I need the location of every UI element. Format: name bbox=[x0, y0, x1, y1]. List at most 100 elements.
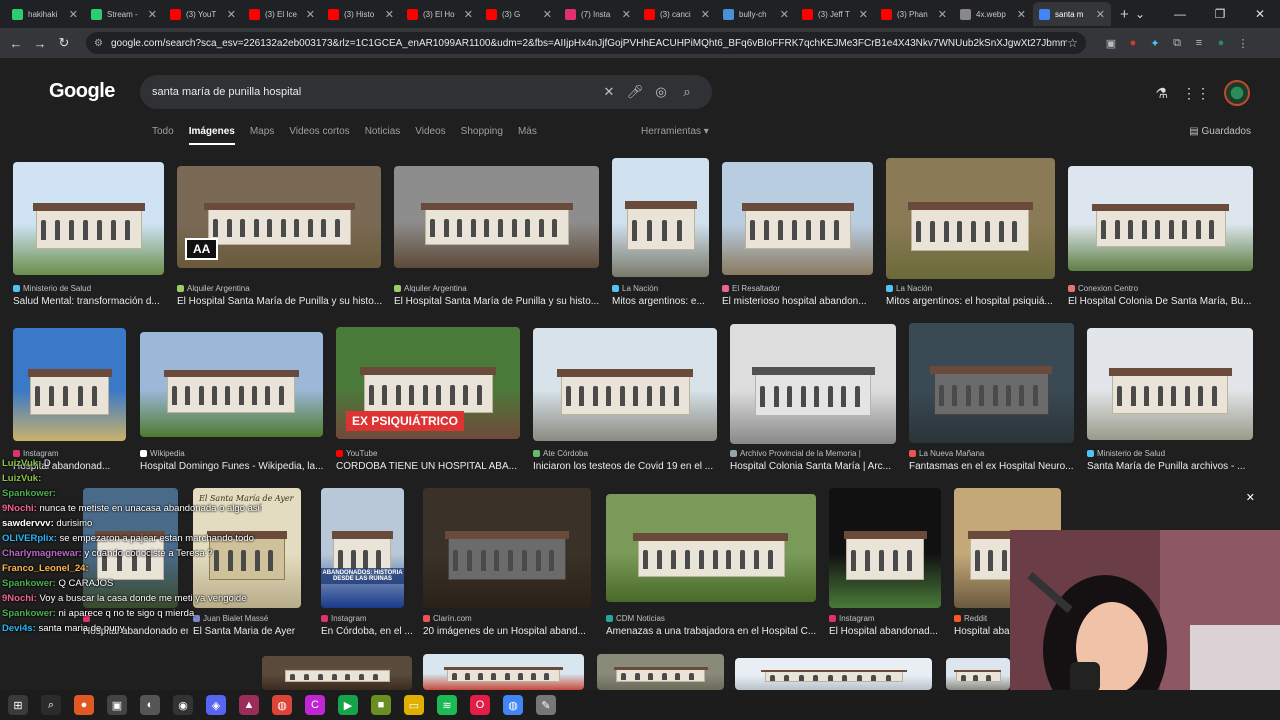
opera-icon[interactable]: O bbox=[470, 695, 490, 715]
chrome-icon[interactable]: ◍ bbox=[272, 695, 292, 715]
tab-search-icon[interactable]: ⌄ bbox=[1120, 0, 1160, 28]
result-title-link[interactable]: El misterioso hospital abandon... bbox=[722, 296, 883, 307]
image-result-thumbnail[interactable]: AA bbox=[177, 166, 381, 268]
extension-icon-3[interactable]: ✦ bbox=[1144, 37, 1166, 50]
saved-label[interactable]: Guardados bbox=[1202, 126, 1251, 137]
browser-tab[interactable]: hakihaki ✕ bbox=[6, 2, 84, 26]
search-icon[interactable]: ⌕ bbox=[674, 84, 700, 100]
close-tab-icon[interactable]: ✕ bbox=[701, 8, 710, 21]
tab-filter[interactable]: Shopping bbox=[461, 126, 503, 145]
result-source[interactable]: La Nación bbox=[886, 284, 1065, 293]
start-icon[interactable]: ⊞ bbox=[8, 695, 28, 715]
result-source[interactable]: Instagram bbox=[321, 614, 414, 623]
result-source[interactable]: El Resaltador bbox=[722, 284, 883, 293]
image-result-thumbnail[interactable] bbox=[394, 166, 599, 268]
app-icon-2[interactable]: ▣ bbox=[107, 695, 127, 715]
result-source[interactable]: Alquiler Argentina bbox=[394, 284, 609, 293]
tab-filter[interactable]: Videos bbox=[415, 126, 445, 145]
image-result-thumbnail[interactable] bbox=[829, 488, 941, 608]
result-title-link[interactable]: Fantasmas en el ex Hospital Neuro... bbox=[909, 461, 1084, 472]
result-source[interactable]: Alquiler Argentina bbox=[177, 284, 391, 293]
result-source[interactable]: Clarín.com bbox=[423, 614, 601, 623]
browser-tab[interactable]: (3) canci ✕ bbox=[638, 2, 716, 26]
tab-filter[interactable]: Noticias bbox=[365, 126, 401, 145]
extension-icon-1[interactable]: ▣ bbox=[1100, 37, 1122, 50]
profile-icon[interactable]: ● bbox=[1210, 37, 1232, 49]
media-icon[interactable]: ≡ bbox=[1188, 37, 1210, 49]
result-source[interactable]: Archivo Provincial de la Memoria | bbox=[730, 449, 906, 458]
close-tab-icon[interactable]: ✕ bbox=[622, 8, 631, 21]
obs-icon[interactable]: ◉ bbox=[173, 695, 193, 715]
tab-filter[interactable]: Videos cortos bbox=[289, 126, 349, 145]
image-result-thumbnail[interactable] bbox=[946, 658, 1010, 690]
browser-tab[interactable]: (3) G ✕ bbox=[480, 2, 558, 26]
image-result-thumbnail[interactable] bbox=[606, 494, 816, 602]
result-source[interactable]: Conexion Centro bbox=[1068, 284, 1263, 293]
browser-tab[interactable]: (3) Histo ✕ bbox=[322, 2, 400, 26]
tools-label[interactable]: Herramientas bbox=[641, 126, 701, 137]
result-source[interactable]: Ministerio de Salud bbox=[13, 284, 174, 293]
google-logo[interactable]: Google bbox=[49, 80, 115, 103]
app-icon-7[interactable]: ✎ bbox=[536, 695, 556, 715]
result-source[interactable]: YouTube bbox=[336, 449, 530, 458]
back-button[interactable]: ← bbox=[4, 36, 28, 51]
image-result-thumbnail[interactable]: EX PSIQUIÁTRICO bbox=[336, 327, 520, 439]
result-title-link[interactable]: 20 imágenes de un Hospital aband... bbox=[423, 626, 601, 637]
extension-icon-2[interactable]: ● bbox=[1122, 37, 1144, 49]
search-icon[interactable]: ⌕ bbox=[41, 695, 61, 715]
image-result-thumbnail[interactable] bbox=[262, 656, 412, 690]
close-tab-icon[interactable]: ✕ bbox=[148, 8, 157, 21]
image-result-thumbnail[interactable] bbox=[533, 328, 717, 441]
image-result-thumbnail[interactable] bbox=[730, 324, 896, 444]
browser-tab[interactable]: (3) YouT ✕ bbox=[164, 2, 242, 26]
image-result-thumbnail[interactable]: ABANDONADOS: HISTORIA DESDE LAS RUINAS bbox=[321, 488, 404, 608]
omnibox[interactable]: ⚙ google.com/search?sca_esv=226132a2eb00… bbox=[86, 32, 1086, 54]
close-tab-icon[interactable]: ✕ bbox=[227, 8, 236, 21]
lens-search-icon[interactable]: ◎ bbox=[648, 84, 674, 100]
image-result-thumbnail[interactable] bbox=[1068, 166, 1253, 271]
image-result-thumbnail[interactable] bbox=[13, 162, 164, 275]
browser-tab[interactable]: santa m ✕ bbox=[1033, 2, 1111, 26]
result-title-link[interactable]: El Hospital abandonad... bbox=[829, 626, 951, 637]
image-result-thumbnail[interactable] bbox=[722, 162, 873, 275]
forward-button[interactable]: → bbox=[28, 36, 52, 51]
app-icon-6[interactable]: ▶ bbox=[338, 695, 358, 715]
minimize-button[interactable]: — bbox=[1160, 0, 1200, 28]
menu-icon[interactable]: ⋮ bbox=[1232, 37, 1254, 50]
app-icon-4[interactable]: ▲ bbox=[239, 695, 259, 715]
maximize-button[interactable]: ❐ bbox=[1200, 0, 1240, 28]
image-result-thumbnail[interactable] bbox=[140, 332, 323, 437]
result-title-link[interactable]: El Hospital Colonia De Santa María, Bu..… bbox=[1068, 296, 1263, 307]
close-tab-icon[interactable]: ✕ bbox=[306, 8, 315, 21]
image-result-thumbnail[interactable] bbox=[597, 654, 724, 690]
tab-filter[interactable]: Imágenes bbox=[188, 126, 235, 145]
tab-filter[interactable]: Todo bbox=[152, 126, 174, 145]
result-title-link[interactable]: Mitos argentinos: el hospital psiquiá... bbox=[886, 296, 1065, 307]
tools-dropdown[interactable]: Herramientas ▾ bbox=[641, 126, 709, 137]
search-input[interactable]: santa maría de punilla hospital bbox=[152, 86, 596, 98]
browser-tab[interactable]: (3) Jeff T ✕ bbox=[796, 2, 874, 26]
minecraft-icon[interactable]: ■ bbox=[371, 695, 391, 715]
result-title-link[interactable]: Iniciaron los testeos de Covid 19 en el … bbox=[533, 461, 727, 472]
browser-tab[interactable]: (3) El Ice ✕ bbox=[243, 2, 321, 26]
browser-tab[interactable]: (7) Insta ✕ bbox=[559, 2, 637, 26]
close-tab-icon[interactable]: ✕ bbox=[464, 8, 473, 21]
browser-tab[interactable]: Stream - ✕ bbox=[85, 2, 163, 26]
app-icon-3[interactable]: ◐ bbox=[140, 695, 160, 715]
result-title-link[interactable]: En Córdoba, en el ... bbox=[321, 626, 414, 637]
image-result-thumbnail[interactable] bbox=[886, 158, 1055, 279]
result-title-link[interactable]: El Hospital Santa María de Punilla y su … bbox=[394, 296, 609, 307]
labs-flask-icon[interactable]: ⚗ bbox=[1155, 85, 1168, 102]
result-source[interactable]: Ate Córdoba bbox=[533, 449, 727, 458]
url-text[interactable]: google.com/search?sca_esv=226132a2eb0031… bbox=[111, 38, 1067, 49]
folder-icon[interactable]: ▭ bbox=[404, 695, 424, 715]
result-source[interactable]: Ministerio de Salud bbox=[1087, 449, 1263, 458]
app-icon-5[interactable]: C bbox=[305, 695, 325, 715]
close-tab-icon[interactable]: ✕ bbox=[938, 8, 947, 21]
result-title-link[interactable]: Hospital Colonia Santa María | Arc... bbox=[730, 461, 906, 472]
result-title-link[interactable]: CÓRDOBA TIENE UN HOSPITAL ABA... bbox=[336, 461, 530, 472]
clear-search-icon[interactable]: ✕ bbox=[596, 84, 622, 100]
saved-button[interactable]: ▤ Guardados bbox=[1189, 126, 1251, 137]
apps-grid-icon[interactable]: ⋮⋮ bbox=[1182, 85, 1210, 102]
close-tab-icon[interactable]: ✕ bbox=[1096, 8, 1105, 21]
